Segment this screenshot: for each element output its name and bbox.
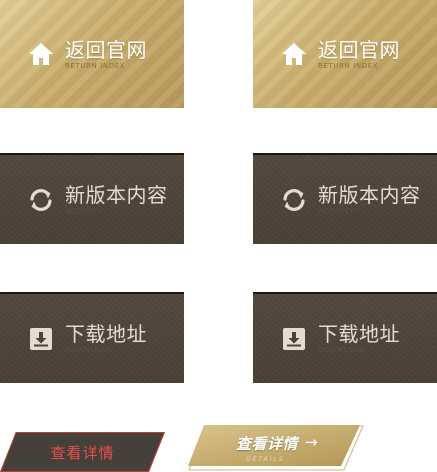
tile-subtitle: DOWNLOAD [65, 346, 113, 354]
details-button-dark[interactable]: 查看详情 [0, 432, 165, 472]
refresh-icon [280, 186, 308, 214]
download-tile-left[interactable]: 下载地址 DOWNLOAD [0, 292, 184, 383]
tile-subtitle: ACTIVITY [65, 207, 102, 215]
details-label: 查看详情 [50, 443, 115, 462]
download-icon [280, 325, 308, 353]
tile-subtitle: RETURN INDEX [65, 61, 126, 70]
tile-title: 新版本内容 [65, 183, 168, 207]
refresh-icon [27, 186, 55, 214]
tile-subtitle: RETURN INDEX [318, 61, 379, 70]
arrow-right-icon: → [305, 433, 318, 451]
details-label: 查看详情 [236, 435, 299, 453]
tile-subtitle: ACTIVITY [318, 207, 355, 215]
home-icon [27, 40, 55, 68]
return-index-tile-left[interactable]: 返回官网 RETURN INDEX [0, 0, 184, 108]
home-icon [280, 40, 308, 68]
tile-title: 返回官网 [318, 37, 400, 62]
details-subtitle: DETAILS [246, 456, 285, 463]
tile-title: 返回官网 [65, 37, 147, 62]
tile-title: 下载地址 [318, 322, 400, 346]
new-version-tile-right[interactable]: 新版本内容 ACTIVITY [253, 153, 437, 244]
tile-title: 新版本内容 [318, 183, 421, 207]
return-index-tile-right[interactable]: 返回官网 RETURN INDEX [253, 0, 437, 108]
download-icon [27, 325, 55, 353]
new-version-tile-left[interactable]: 新版本内容 ACTIVITY [0, 153, 184, 244]
download-tile-right[interactable]: 下载地址 DOWNLOAD [253, 292, 437, 383]
tile-title: 下载地址 [65, 322, 147, 346]
details-button-gold[interactable]: 查看详情 → DETAILS [188, 425, 364, 471]
tile-subtitle: DOWNLOAD [318, 346, 366, 354]
